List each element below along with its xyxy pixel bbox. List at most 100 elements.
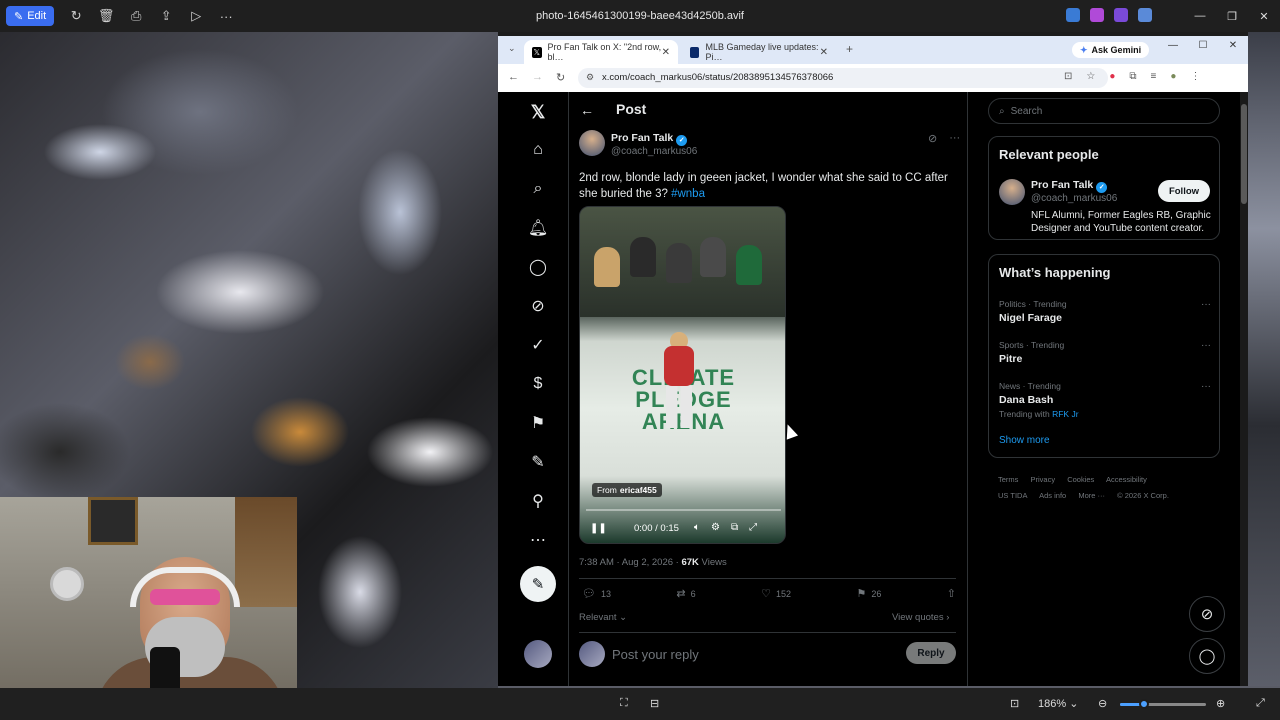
verified-orgs-icon[interactable]: ✓ <box>526 333 550 357</box>
extension-red-icon[interactable]: ● <box>1109 71 1115 82</box>
post-more-icon[interactable]: ··· <box>949 132 960 145</box>
trend-more-icon[interactable]: ··· <box>1201 381 1211 392</box>
person-avatar[interactable] <box>999 179 1025 205</box>
expand-icon[interactable]: ⤢ <box>1256 697 1265 710</box>
author-avatar[interactable] <box>579 130 605 156</box>
browser-maximize-button[interactable]: ☐ <box>1188 40 1218 51</box>
footer-link[interactable]: Privacy <box>1031 475 1056 484</box>
trend-more-icon[interactable]: ··· <box>1201 299 1211 310</box>
extensions-icon[interactable]: ⧉ <box>1129 71 1136 82</box>
reload-icon[interactable]: ↻ <box>556 71 565 84</box>
footer-link[interactable]: More ··· <box>1078 491 1105 500</box>
trend-item[interactable]: Politics · Trending Nigel Farage ··· <box>999 299 1211 324</box>
zoom-out-icon[interactable]: ⊖ <box>1098 697 1107 710</box>
monetization-icon[interactable]: $ <box>526 372 550 396</box>
search-input[interactable]: ⌕ Search <box>988 98 1220 124</box>
profile-nav-icon[interactable]: ⚲ <box>526 489 550 513</box>
zoom-level[interactable]: 186% ⌄ <box>1038 697 1078 710</box>
trend-item[interactable]: News · Trending Dana Bash Trending with … <box>999 381 1211 419</box>
account-avatar[interactable] <box>524 640 552 668</box>
more-icon[interactable]: ··· <box>212 2 240 30</box>
tab-mlb[interactable]: MLB Gameday live updates: Pi… ✕ <box>682 40 836 64</box>
menu-icon[interactable]: ⋮ <box>1190 71 1200 82</box>
more-nav-icon[interactable]: ⋯ <box>526 528 550 552</box>
zoom-slider[interactable] <box>1120 699 1206 709</box>
minimize-button[interactable]: — <box>1184 10 1216 22</box>
messages-fab-icon[interactable]: ◯ <box>1189 638 1225 674</box>
fullscreen-icon[interactable]: ⤢ <box>749 522 757 533</box>
footer-link[interactable]: US TIDA <box>998 491 1027 500</box>
back-icon[interactable]: ← <box>508 71 519 83</box>
close-button[interactable]: ✕ <box>1248 10 1280 23</box>
show-more-link[interactable]: Show more <box>999 435 1050 446</box>
delete-icon[interactable]: 🗑 <box>92 2 120 30</box>
new-tab-icon[interactable]: + <box>846 42 853 56</box>
tab-close-icon[interactable]: ✕ <box>662 47 670 58</box>
app-icon-2[interactable] <box>1090 8 1104 22</box>
address-bar[interactable]: ⚙ x.com/coach_markus06/status/2083895134… <box>578 68 1108 88</box>
grok-icon[interactable]: ⊘ <box>526 294 550 318</box>
follow-button[interactable]: Follow <box>1158 180 1210 202</box>
reply-input[interactable]: Post your reply <box>612 647 699 662</box>
home-icon[interactable]: ⌂ <box>526 138 550 162</box>
browser-minimize-button[interactable]: — <box>1158 40 1188 51</box>
trend-sub-link[interactable]: RFK Jr <box>1052 409 1078 419</box>
volume-icon[interactable]: 🔈︎ <box>694 522 700 533</box>
share-action[interactable]: ⇧ <box>947 587 956 600</box>
slideshow-icon[interactable]: ▷ <box>182 2 210 30</box>
zoom-in-icon[interactable]: ⊕ <box>1216 697 1225 710</box>
app-icon-1[interactable] <box>1066 8 1080 22</box>
pause-icon[interactable]: ❚❚ <box>590 523 607 534</box>
grok-fab-icon[interactable]: ⊘ <box>1189 596 1225 632</box>
browser-close-button[interactable]: ✕ <box>1218 40 1248 51</box>
post-timestamp[interactable]: 7:38 AM · Aug 2, 2026 · <box>579 557 681 568</box>
like-action[interactable]: ♡ 152 <box>761 587 791 600</box>
hashtag-link[interactable]: #wnba <box>671 188 705 200</box>
back-arrow-icon[interactable]: ← <box>580 102 594 118</box>
articles-icon[interactable]: ✎ <box>526 450 550 474</box>
footer-link[interactable]: Ads info <box>1039 491 1066 500</box>
share-icon[interactable]: ⇪ <box>152 2 180 30</box>
reply-action[interactable]: 💬︎ 13 <box>582 587 611 600</box>
explore-icon[interactable]: ⌕ <box>526 177 550 201</box>
person-handle[interactable]: @coach_markus06 <box>1031 193 1117 204</box>
tab-list-icon[interactable]: ⌄ <box>508 43 516 54</box>
media-icon[interactable]: ≡ <box>1151 71 1157 82</box>
bookmark-action[interactable]: ⚑ 26 <box>856 587 881 600</box>
settings-icon[interactable]: ⚙ <box>711 522 720 533</box>
footer-link[interactable]: Terms <box>998 475 1018 484</box>
scroll-thumb[interactable] <box>1241 104 1247 204</box>
grok-post-icon[interactable]: ⊘ <box>928 132 937 145</box>
view-quotes-link[interactable]: View quotes › <box>892 612 949 623</box>
video-player[interactable]: CLIMATE PLEDGE ARENA From ericaf455 ❚❚ 0… <box>579 206 786 544</box>
trend-item[interactable]: Sports · Trending Pitre ··· <box>999 340 1211 365</box>
reply-button[interactable]: Reply <box>906 642 956 664</box>
install-icon[interactable]: ⊡ <box>1064 71 1072 82</box>
tab-close-icon[interactable]: ✕ <box>820 47 828 58</box>
person-name[interactable]: Pro Fan Talk ✓ <box>1031 179 1108 193</box>
profile-icon[interactable]: ● <box>1170 71 1176 82</box>
fit-icon[interactable]: ⛶ <box>620 697 628 710</box>
cloud-icon[interactable] <box>1138 8 1152 22</box>
author-name[interactable]: Pro Fan Talk ✓ <box>611 132 688 146</box>
author-handle[interactable]: @coach_markus06 <box>611 146 697 157</box>
scrollbar[interactable] <box>1240 92 1248 688</box>
pip-icon[interactable]: ⧉ <box>731 522 738 533</box>
forward-icon[interactable]: → <box>532 71 543 83</box>
rotate-icon[interactable]: ↻ <box>62 2 90 30</box>
x-logo-icon[interactable]: 𝕏 <box>526 100 550 124</box>
tab-x-post[interactable]: 𝕏 Pro Fan Talk on X: "2nd row, bl… ✕ <box>524 40 678 64</box>
messages-icon[interactable]: ◯ <box>526 255 550 279</box>
app-icon-3[interactable] <box>1114 8 1128 22</box>
footer-link[interactable]: Accessibility <box>1106 475 1147 484</box>
edit-button[interactable]: ✎ Edit <box>6 6 55 26</box>
bookmarks-icon[interactable]: ⚑ <box>526 411 550 435</box>
print-icon[interactable]: ⎙ <box>122 2 150 30</box>
video-progress-bar[interactable] <box>586 509 781 511</box>
bookmark-star-icon[interactable]: ☆ <box>1086 71 1095 82</box>
notifications-icon[interactable]: 🔔︎ <box>526 216 550 240</box>
video-source-tag[interactable]: From ericaf455 <box>592 483 662 497</box>
info-icon[interactable]: ⊟ <box>650 697 659 710</box>
ask-gemini-button[interactable]: ✦ Ask Gemini <box>1072 42 1150 58</box>
maximize-button[interactable]: ❐ <box>1216 10 1248 23</box>
